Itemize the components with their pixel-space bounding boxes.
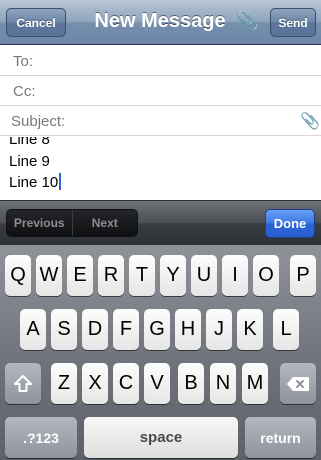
send-button[interactable]: Send xyxy=(270,8,316,37)
key-f[interactable]: F xyxy=(113,309,139,350)
key-s[interactable]: S xyxy=(51,309,77,350)
delete-key[interactable] xyxy=(280,363,316,404)
subject-label: Subject: xyxy=(11,113,66,130)
key-g[interactable]: G xyxy=(144,309,170,350)
cc-field[interactable]: Cc: xyxy=(0,76,321,106)
key-d[interactable]: D xyxy=(82,309,108,350)
navigation-bar: Cancel New Message 📎 Send xyxy=(0,0,321,45)
next-button[interactable]: Next xyxy=(73,210,138,236)
paperclip-icon: 📎 xyxy=(236,11,259,31)
page-title: New Message xyxy=(94,10,226,32)
key-e[interactable]: E xyxy=(67,255,93,296)
delete-icon xyxy=(287,376,309,391)
key-m[interactable]: M xyxy=(242,363,268,404)
to-field[interactable]: To: xyxy=(0,46,321,76)
key-k[interactable]: K xyxy=(237,309,263,350)
done-button[interactable]: Done xyxy=(265,209,315,238)
form-accessory-bar: Previous Next Done xyxy=(0,200,321,245)
numbers-key[interactable]: .?123 xyxy=(5,417,77,458)
return-key[interactable]: return xyxy=(245,417,316,458)
cc-label: Cc: xyxy=(13,83,36,100)
previous-button[interactable]: Previous xyxy=(7,210,73,236)
key-o[interactable]: O xyxy=(253,255,279,296)
key-n[interactable]: N xyxy=(210,363,236,404)
key-w[interactable]: W xyxy=(36,255,62,296)
key-c[interactable]: C xyxy=(113,363,139,404)
key-x[interactable]: X xyxy=(82,363,108,404)
key-z[interactable]: Z xyxy=(51,363,77,404)
text-cursor xyxy=(59,173,62,190)
to-label: To: xyxy=(13,53,34,70)
key-a[interactable]: A xyxy=(20,309,46,350)
body-line-text: Line 10 xyxy=(9,174,59,191)
key-u[interactable]: U xyxy=(191,255,217,296)
body-line-current: Line 10 xyxy=(9,173,62,192)
shift-icon xyxy=(14,374,32,392)
key-b[interactable]: B xyxy=(178,363,204,404)
attachment-icon[interactable]: 📎 xyxy=(300,111,320,131)
keyboard: Q W E R T Y U I O P A S D F G H J K L Z … xyxy=(0,245,321,460)
key-r[interactable]: R xyxy=(98,255,124,296)
subject-field[interactable]: Subject: 📎 xyxy=(0,106,321,136)
body-line: Line 9 xyxy=(9,153,50,170)
key-v[interactable]: V xyxy=(144,363,170,404)
key-y[interactable]: Y xyxy=(160,255,186,296)
space-key[interactable]: space xyxy=(84,417,238,458)
message-body[interactable]: Line 8 Line 9 Line 10 xyxy=(0,137,321,200)
body-line: Line 8 xyxy=(9,137,50,148)
key-q[interactable]: Q xyxy=(5,255,31,296)
cancel-button[interactable]: Cancel xyxy=(6,8,66,37)
key-p[interactable]: P xyxy=(290,255,316,296)
prev-next-control: Previous Next xyxy=(6,209,138,237)
key-l[interactable]: L xyxy=(273,309,299,350)
key-j[interactable]: J xyxy=(206,309,232,350)
key-i[interactable]: I xyxy=(222,255,248,296)
shift-key[interactable] xyxy=(5,363,41,404)
key-t[interactable]: T xyxy=(129,255,155,296)
key-h[interactable]: H xyxy=(175,309,201,350)
